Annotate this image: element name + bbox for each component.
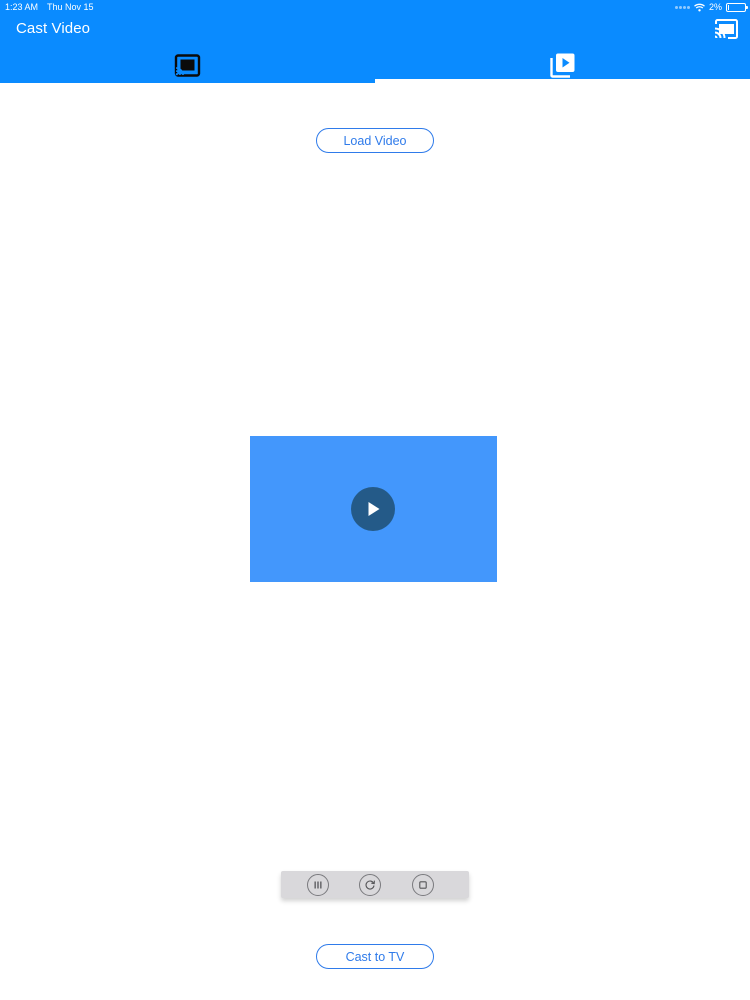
status-date: Thu Nov 15: [47, 2, 94, 12]
play-button[interactable]: [351, 487, 395, 531]
pause-button[interactable]: [307, 874, 329, 896]
tab-video[interactable]: [375, 48, 750, 83]
status-bar: 1:23 AM Thu Nov 15 2%: [0, 0, 750, 14]
page-title: Cast Video: [16, 20, 91, 37]
cast-button[interactable]: [712, 17, 740, 41]
pause-icon: [314, 881, 322, 889]
tab-cast[interactable]: [0, 48, 375, 83]
selected-tab-indicator: [375, 79, 750, 83]
video-thumbnail[interactable]: [250, 436, 497, 582]
play-icon: [368, 502, 380, 516]
video-library-icon: [550, 53, 575, 78]
cast-to-tv-button[interactable]: Cast to TV: [316, 944, 434, 969]
app-screen: 1:23 AM Thu Nov 15 2% Cast Video Load Vi…: [0, 0, 750, 1000]
replay-button[interactable]: [359, 874, 381, 896]
playback-controls: [281, 871, 469, 898]
app-header: 1:23 AM Thu Nov 15 2% Cast Video: [0, 0, 750, 83]
status-indicators: 2%: [674, 1, 748, 13]
load-video-button[interactable]: Load Video: [316, 128, 434, 153]
status-time: 1:23 AM: [5, 2, 39, 12]
cast-connected-icon: [174, 54, 201, 77]
stop-button[interactable]: [412, 874, 434, 896]
replay-icon: [365, 880, 375, 890]
cast-icon: [714, 19, 738, 39]
stop-icon: [419, 881, 427, 889]
battery-percent: 2%: [708, 2, 722, 12]
signal-dots-icon: [674, 5, 690, 9]
battery-icon: [726, 2, 748, 12]
battery-level: [728, 4, 729, 10]
wifi-icon: [694, 3, 705, 11]
